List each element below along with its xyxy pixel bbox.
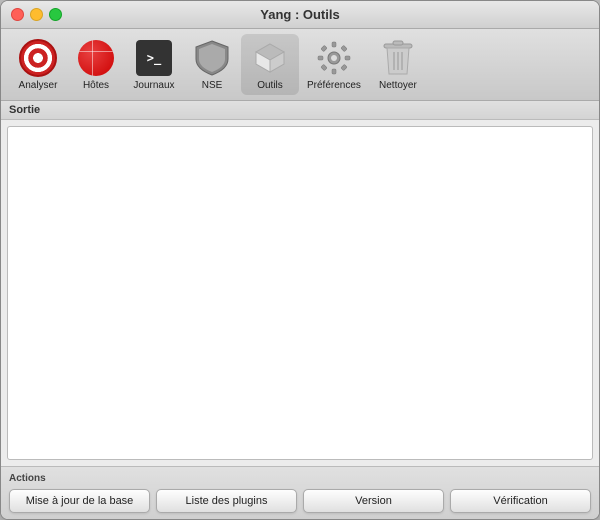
toolbar-item-nse[interactable]: NSE xyxy=(183,34,241,95)
toolbar-item-analyser[interactable]: Analyser xyxy=(9,34,67,95)
minimize-button[interactable] xyxy=(30,8,43,21)
actions-label: Actions xyxy=(9,473,591,484)
output-section-label: Sortie xyxy=(1,101,599,120)
window-title: Yang : Outils xyxy=(260,7,339,22)
close-button[interactable] xyxy=(11,8,24,21)
nettoyer-label: Nettoyer xyxy=(379,80,417,91)
analyser-label: Analyser xyxy=(19,80,58,91)
toolbar-item-hotes[interactable]: Hôtes xyxy=(67,34,125,95)
toolbar-item-preferences[interactable]: Préférences xyxy=(299,34,369,95)
target-icon xyxy=(18,38,58,78)
outils-label: Outils xyxy=(257,80,283,91)
actions-bar: Actions Mise à jour de la base Liste des… xyxy=(1,466,599,519)
shield-icon xyxy=(192,38,232,78)
preferences-label: Préférences xyxy=(307,80,361,91)
hotes-label: Hôtes xyxy=(83,80,109,91)
mise-a-jour-button[interactable]: Mise à jour de la base xyxy=(9,489,150,513)
box-icon xyxy=(250,38,290,78)
terminal-icon: >_ xyxy=(134,38,174,78)
toolbar-item-nettoyer[interactable]: Nettoyer xyxy=(369,34,427,95)
verification-button[interactable]: Vérification xyxy=(450,489,591,513)
main-window: Yang : Outils Analyser Hôtes >_ Journaux xyxy=(0,0,600,520)
toolbar-item-journaux[interactable]: >_ Journaux xyxy=(125,34,183,95)
titlebar: Yang : Outils xyxy=(1,1,599,29)
output-area xyxy=(7,126,593,460)
journaux-label: Journaux xyxy=(133,80,174,91)
actions-buttons: Mise à jour de la base Liste des plugins… xyxy=(9,489,591,513)
globe-icon xyxy=(76,38,116,78)
liste-plugins-button[interactable]: Liste des plugins xyxy=(156,489,297,513)
toolbar: Analyser Hôtes >_ Journaux NSE xyxy=(1,29,599,101)
trash-icon xyxy=(378,38,418,78)
window-controls xyxy=(11,8,62,21)
toolbar-item-outils[interactable]: Outils xyxy=(241,34,299,95)
nse-label: NSE xyxy=(202,80,223,91)
gear-icon xyxy=(314,38,354,78)
maximize-button[interactable] xyxy=(49,8,62,21)
version-button[interactable]: Version xyxy=(303,489,444,513)
